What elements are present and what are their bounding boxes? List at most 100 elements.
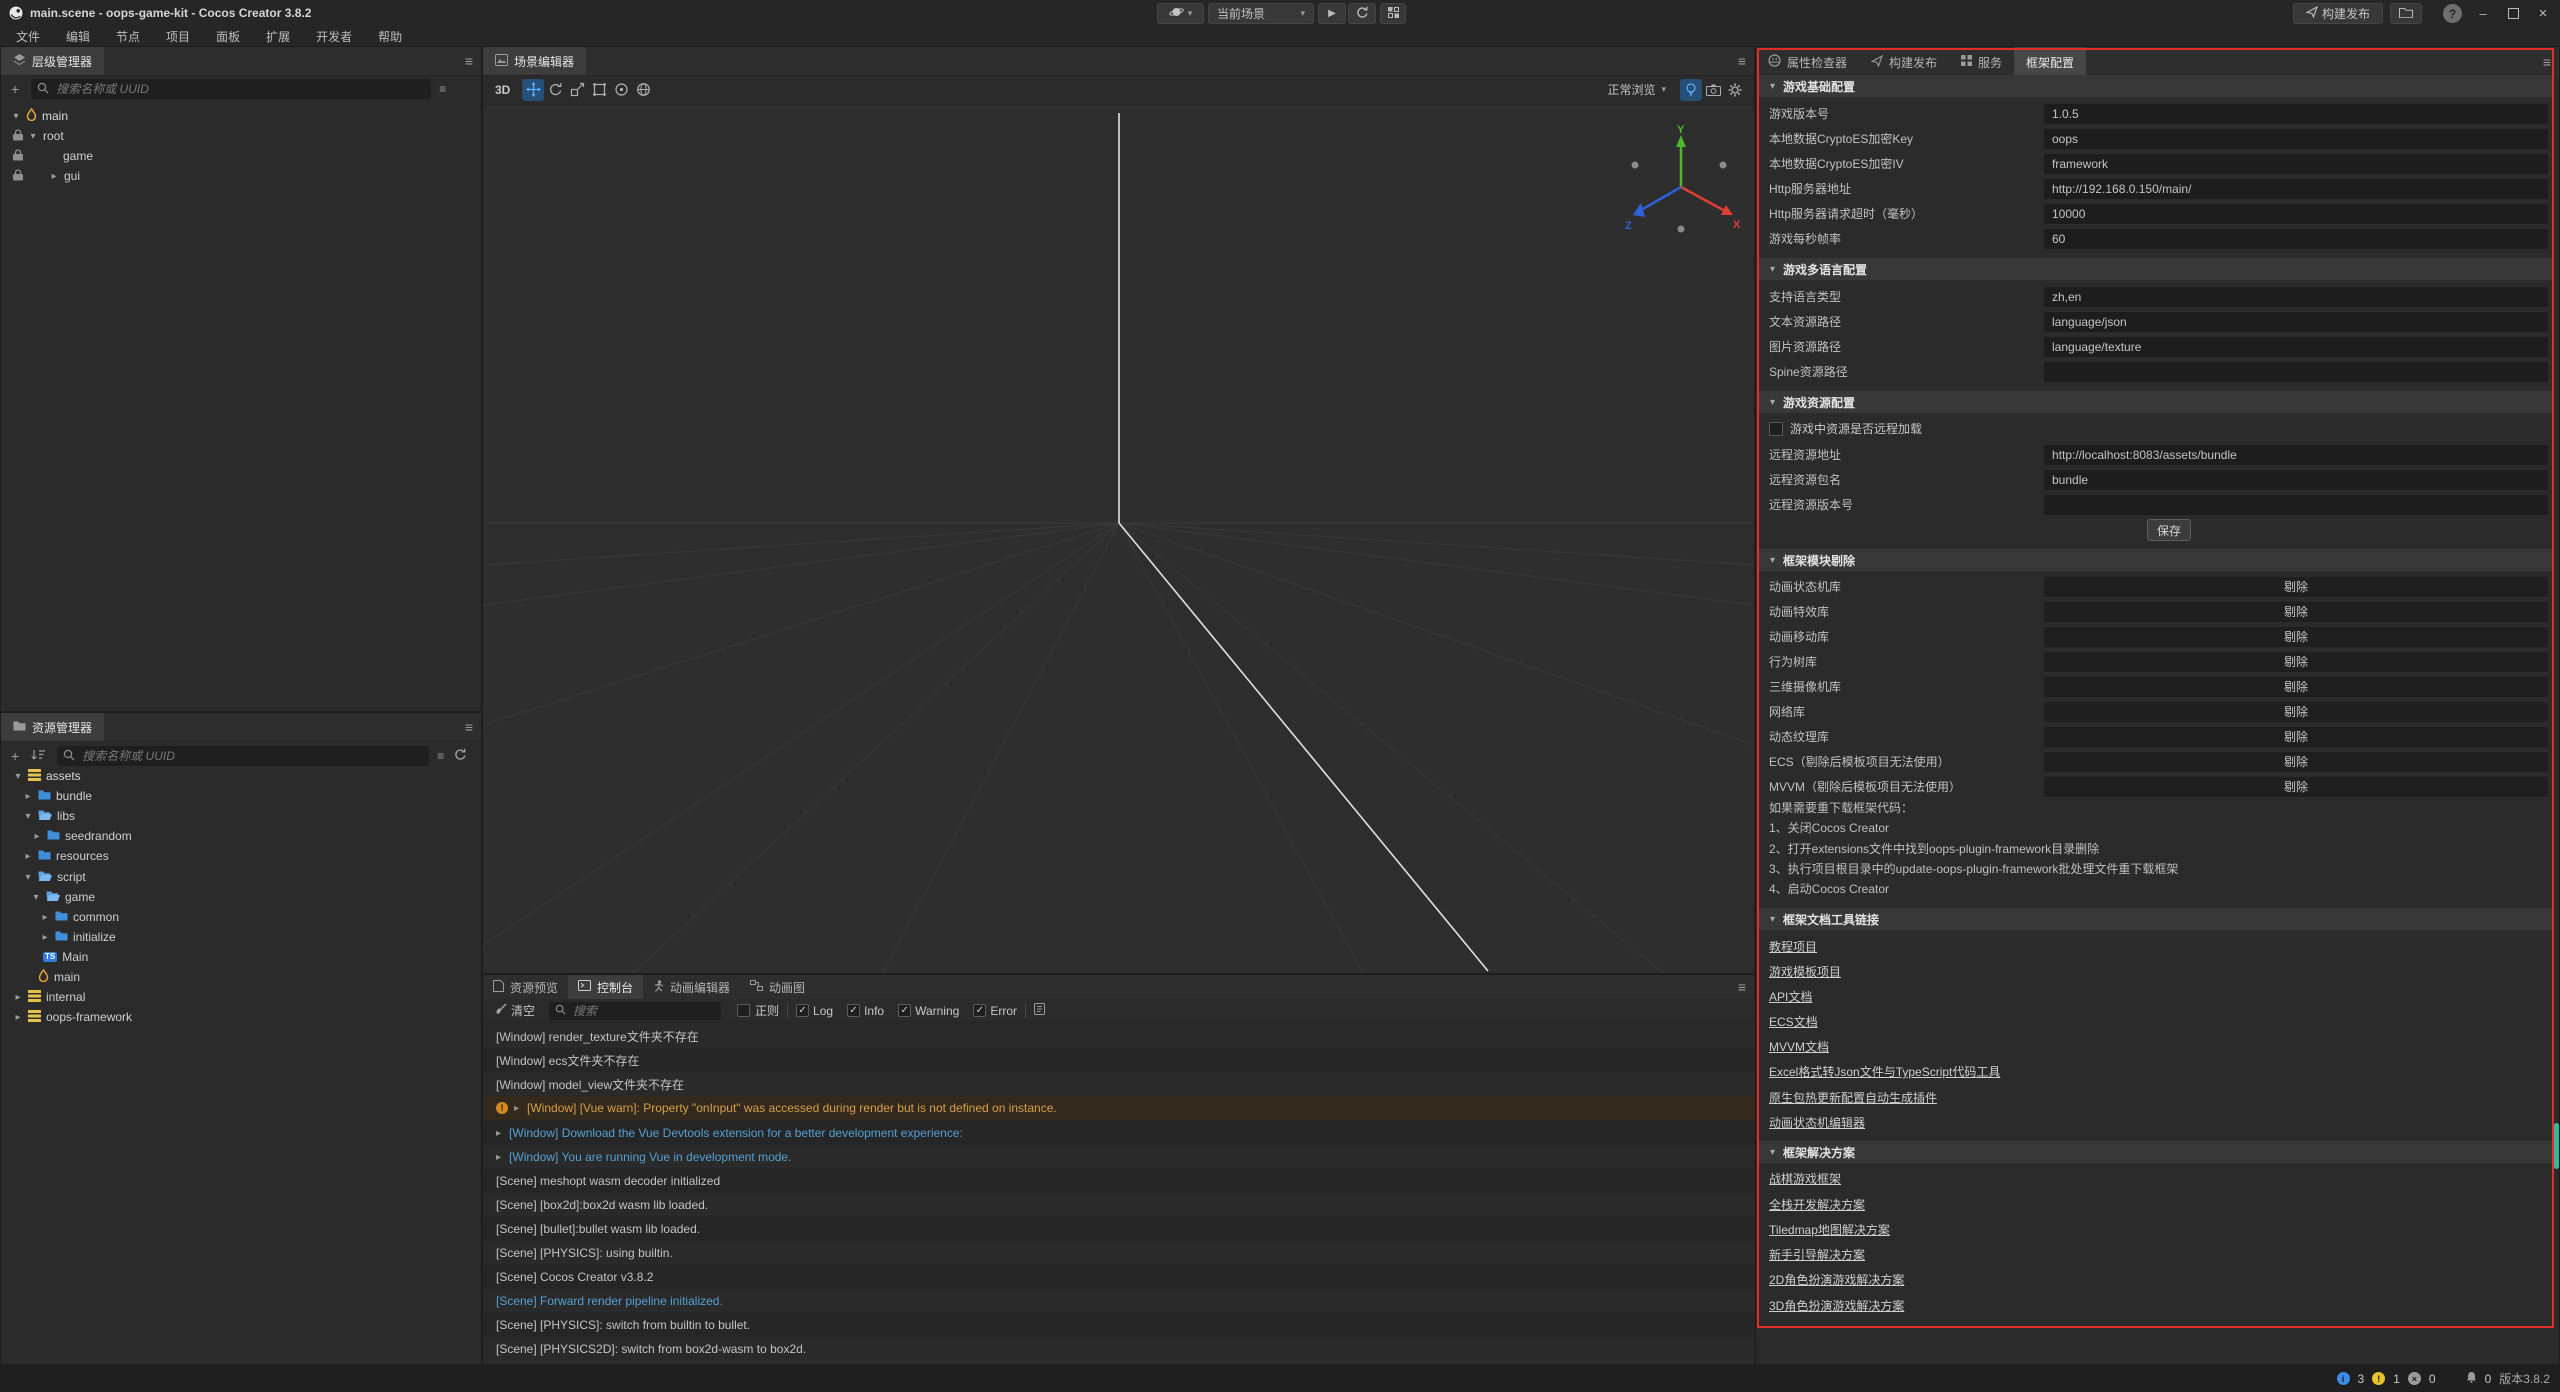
assets-filter-icon[interactable] — [437, 749, 444, 763]
asset-node-script[interactable]: script — [1, 867, 479, 887]
menu-extension[interactable]: 扩展 — [260, 28, 296, 45]
tab-property-inspector[interactable]: 属性检查器 — [1756, 47, 1859, 77]
console-search-input[interactable] — [571, 1003, 715, 1019]
hierarchy-search-input[interactable] — [54, 81, 425, 97]
camera-icon[interactable] — [1702, 79, 1724, 101]
gear-icon[interactable] — [1724, 79, 1746, 101]
chevron-right-icon[interactable] — [32, 831, 42, 842]
chevron-right-icon[interactable] — [40, 912, 50, 923]
link-mvvm-docs[interactable]: MVVM文档 — [1769, 1038, 1829, 1056]
section-module-trim[interactable]: 框架模块剔除 — [1758, 549, 2553, 571]
tab-framework-config[interactable]: 框架配置 — [2014, 47, 2086, 77]
link-api-docs[interactable]: API文档 — [1769, 988, 1812, 1006]
minimize-button[interactable] — [2468, 0, 2498, 26]
http-server-input[interactable] — [2044, 179, 2548, 199]
console-menu-icon[interactable] — [1738, 979, 1746, 995]
assets-search-input[interactable] — [80, 748, 423, 764]
asset-node-assets[interactable]: assets — [1, 766, 479, 786]
console-row[interactable]: [Window] model_view文件夹不存在 — [483, 1072, 1756, 1096]
expand-chevron-icon[interactable] — [496, 1128, 501, 1139]
link-hotupdate-plugin[interactable]: 原生包热更新配置自动生成插件 — [1769, 1089, 1937, 1107]
axis-gizmo[interactable]: Y X Z — [1623, 125, 1743, 245]
trim-network-button[interactable]: 剔除 — [2044, 702, 2548, 722]
remote-bundle-input[interactable] — [2044, 470, 2548, 490]
game-version-input[interactable] — [2044, 104, 2548, 124]
tree-node-game[interactable]: game — [1, 146, 479, 166]
chevron-right-icon[interactable] — [13, 992, 23, 1003]
asset-node-seedrandom[interactable]: seedrandom — [1, 826, 479, 846]
assets-menu-icon[interactable] — [465, 719, 473, 735]
assets-search[interactable] — [57, 746, 429, 766]
tab-animation-editor[interactable]: 动画编辑器 — [643, 975, 740, 999]
rect-tool-icon[interactable] — [588, 79, 610, 101]
link-3d-rpg-solution[interactable]: 3D角色扮演游戏解决方案 — [1769, 1297, 1904, 1315]
tab-build-publish[interactable]: 构建发布 — [1859, 47, 1949, 77]
lighting-bulb-icon[interactable] — [1680, 79, 1702, 101]
asset-node-initialize[interactable]: initialize — [1, 927, 479, 947]
tab-asset-preview[interactable]: 资源预览 — [483, 975, 568, 999]
crypto-key-input[interactable] — [2044, 129, 2548, 149]
asset-node-bundle[interactable]: bundle — [1, 786, 479, 806]
trim-ecs-button[interactable]: 剔除 — [2044, 752, 2548, 772]
inspector-menu-icon[interactable] — [2543, 54, 2551, 70]
chevron-down-icon[interactable] — [23, 811, 33, 822]
play-button[interactable] — [1318, 3, 1346, 24]
tab-console[interactable]: 控制台 — [568, 975, 643, 999]
expand-chevron-icon[interactable] — [496, 1152, 501, 1163]
asset-node-oops-framework[interactable]: oops-framework — [1, 1007, 479, 1027]
section-basic-config[interactable]: 游戏基础配置 — [1758, 75, 2553, 97]
console-row[interactable]: [Scene] [PHYSICS]: switch from builtin t… — [483, 1313, 1756, 1337]
add-node-button[interactable] — [11, 81, 19, 97]
asset-node-libs[interactable]: libs — [1, 806, 479, 826]
menu-node[interactable]: 节点 — [110, 28, 146, 45]
reload-button[interactable] — [1348, 3, 1376, 24]
tab-services[interactable]: 服务 — [1949, 47, 2014, 77]
tree-node-gui[interactable]: gui — [1, 166, 479, 186]
hierarchy-menu-icon[interactable] — [465, 53, 473, 69]
trim-camera-button[interactable]: 剔除 — [2044, 677, 2548, 697]
asset-node-internal[interactable]: internal — [1, 987, 479, 1007]
move-tool-icon[interactable] — [522, 79, 544, 101]
bell-icon[interactable] — [2466, 1371, 2477, 1386]
console-search[interactable] — [549, 1002, 721, 1020]
tree-node-root[interactable]: root — [1, 126, 479, 146]
chevron-down-icon[interactable] — [13, 771, 23, 782]
filter-error-checkbox[interactable] — [973, 1004, 986, 1017]
chevron-down-icon[interactable] — [11, 111, 21, 122]
mode-3d-button[interactable]: 3D — [495, 83, 510, 97]
build-publish-button[interactable]: 构建发布 — [2293, 3, 2383, 24]
tab-hierarchy[interactable]: 层级管理器 — [1, 47, 104, 75]
remote-load-checkbox[interactable] — [1769, 422, 1783, 436]
link-excel-tool[interactable]: Excel格式转Json文件与TypeScript代码工具 — [1769, 1063, 2000, 1081]
chevron-down-icon[interactable] — [23, 872, 33, 883]
asset-node-main-scene[interactable]: main — [1, 967, 479, 987]
section-solutions[interactable]: 框架解决方案 — [1758, 1141, 2553, 1163]
pivot-tool-icon[interactable] — [610, 79, 632, 101]
menu-project[interactable]: 项目 — [160, 28, 196, 45]
add-asset-button[interactable] — [11, 748, 19, 764]
scale-tool-icon[interactable] — [566, 79, 588, 101]
log-file-icon[interactable] — [1034, 1003, 1045, 1018]
fps-input[interactable] — [2044, 229, 2548, 249]
trim-mvvm-button[interactable]: 剔除 — [2044, 777, 2548, 797]
console-row-warning[interactable]: [Window] [Vue warn]: Property "onInput" … — [483, 1096, 1756, 1120]
console-row[interactable]: [Scene] [bullet]:bullet wasm lib loaded. — [483, 1217, 1756, 1241]
chevron-right-icon[interactable] — [13, 1012, 23, 1023]
trim-move-button[interactable]: 剔除 — [2044, 627, 2548, 647]
console-row[interactable]: [Scene] [PHYSICS2D]: switch from box2d-w… — [483, 1337, 1756, 1361]
image-res-path-input[interactable] — [2044, 337, 2548, 357]
console-row-info[interactable]: [Window] Download the Vue Devtools exten… — [483, 1121, 1756, 1145]
trim-dynamic-texture-button[interactable]: 剔除 — [2044, 727, 2548, 747]
save-button[interactable]: 保存 — [2147, 519, 2191, 541]
asset-node-main-ts[interactable]: TS Main — [1, 947, 479, 967]
console-row[interactable]: [Scene] [box2d]:box2d wasm lib loaded. — [483, 1193, 1756, 1217]
maximize-button[interactable] — [2498, 0, 2528, 26]
trim-fsm-button[interactable]: 剔除 — [2044, 577, 2548, 597]
sort-icon[interactable] — [31, 749, 45, 764]
crypto-iv-input[interactable] — [2044, 154, 2548, 174]
console-row-info[interactable]: [Window] You are running Vue in developm… — [483, 1145, 1756, 1169]
asset-node-resources[interactable]: resources — [1, 846, 479, 866]
link-template-project[interactable]: 游戏模板项目 — [1769, 963, 1841, 981]
menu-panel[interactable]: 面板 — [210, 28, 246, 45]
link-fsm-editor[interactable]: 动画状态机编辑器 — [1769, 1114, 1865, 1132]
